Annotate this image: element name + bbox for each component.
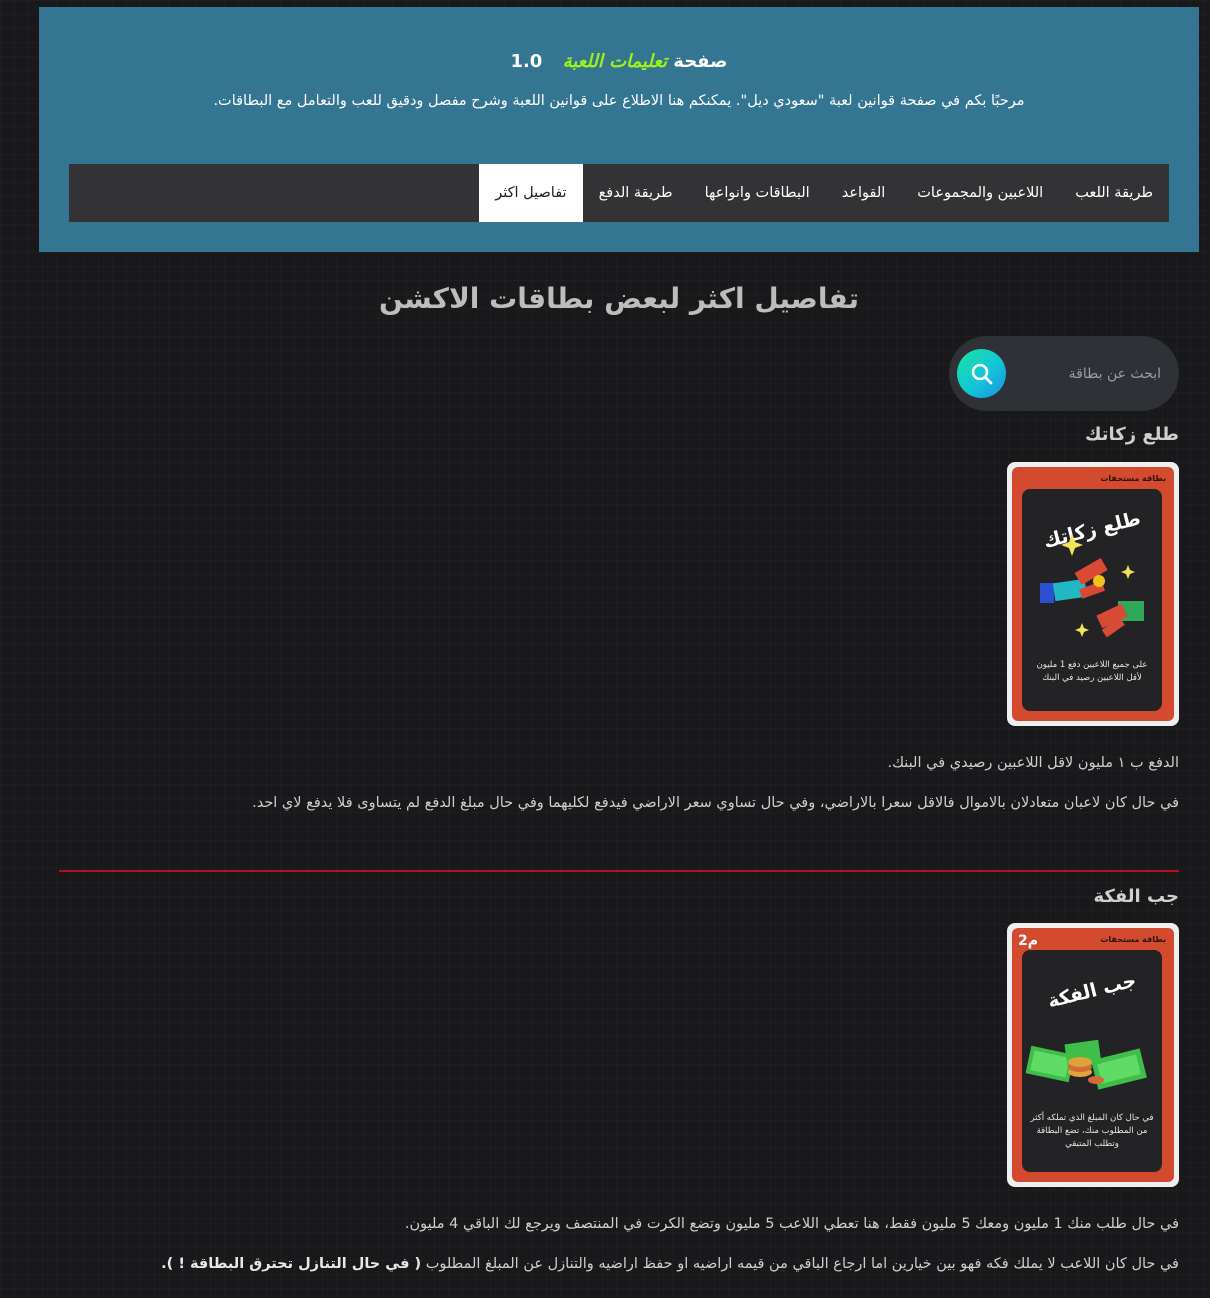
card-paragraph: الدفع ب ١ مليون لاقل اللاعبين رصيدي في ا…	[887, 755, 1179, 771]
card-face: بطاقة مستحقات 2م جب الفكة في حال كان الم…	[1012, 928, 1174, 1182]
header-title-prefix: صفحة	[673, 51, 728, 72]
header-title-accent: تعليمات اللعبة	[562, 51, 668, 72]
card-image[interactable]: بطاقة مستحقات طلع زكاتك على جميع اللاعبي…	[1007, 462, 1179, 726]
card-search-box	[949, 336, 1179, 411]
card-title: جب الفكة	[1045, 969, 1139, 1013]
nav-tab-players-groups[interactable]: اللاعبين والمجموعات	[901, 164, 1059, 222]
card-description: في حال كان المبلغ الذي تملكه أكثر من الم…	[1030, 1113, 1154, 1149]
card-face: بطاقة مستحقات طلع زكاتك على جميع اللاعبي…	[1012, 467, 1174, 721]
hands-coin-illustration	[1040, 534, 1144, 638]
card-description: على جميع اللاعبين دفع 1 مليون لأقل اللاع…	[1036, 660, 1148, 683]
nav-tab-how-to-play[interactable]: طريقة اللعب	[1059, 164, 1169, 222]
nav-tab-payment[interactable]: طريقة الدفع	[583, 164, 689, 222]
card-inner-panel: طلع زكاتك على جميع اللاعبين دفع 1 مليون …	[1022, 489, 1162, 711]
card-image[interactable]: بطاقة مستحقات 2م جب الفكة في حال كان الم…	[1007, 923, 1179, 1187]
nav-tab-cards-types[interactable]: البطاقات وانواعها	[689, 164, 826, 222]
main-nav: طريقة اللعب اللاعبين والمجموعات القواعد …	[69, 164, 1169, 222]
card-paragraph-text: في حال كان اللاعب لا يملك فكه فهو بين خي…	[425, 1256, 1179, 1272]
search-input[interactable]	[1019, 356, 1163, 392]
card-paragraph: في حال كان اللاعب لا يملك فكه فهو بين خي…	[161, 1256, 1179, 1272]
search-icon	[971, 363, 992, 384]
welcome-text: مرحبًا بكم في صفحة قوانين لعبة "سعودي دي…	[213, 93, 1025, 109]
page-header-title: صفحة تعليمات اللعبة 1.0	[39, 51, 1199, 72]
card-inner-panel: جب الفكة في حال كان المبلغ الذي تملكه أك…	[1022, 950, 1162, 1172]
card-paragraph: في حال طلب منك 1 مليون ومعك 5 مليون فقط،…	[404, 1216, 1179, 1232]
card-bold-note: ( في حال التنازل تحترق البطاقة ! ).	[161, 1256, 422, 1272]
card-amount-label: 2م	[1018, 933, 1039, 949]
nav-tab-more-details[interactable]: تفاصيل اكثر	[479, 164, 583, 222]
card-type-tag: بطاقة مستحقات	[1100, 474, 1166, 483]
card-heading: جب الفكة	[1093, 886, 1179, 907]
nav-tab-rules[interactable]: القواعد	[826, 164, 902, 222]
page-title: تفاصيل اكثر لبعض بطاقات الاكشن	[378, 282, 860, 315]
section-divider	[59, 870, 1179, 872]
card-heading: طلع زكاتك	[1085, 424, 1179, 445]
search-button[interactable]	[957, 349, 1006, 398]
card-type-tag: بطاقة مستحقات	[1100, 935, 1166, 944]
version-label: 1.0	[510, 51, 543, 72]
card-paragraph: في حال كان لاعبان متعادلان بالاموال فالا…	[252, 795, 1179, 811]
